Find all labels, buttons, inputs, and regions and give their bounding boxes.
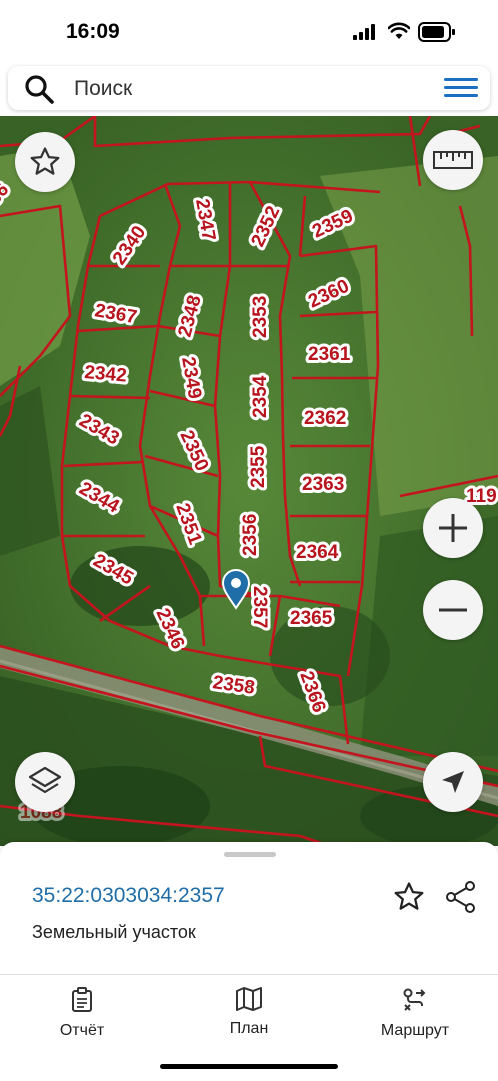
star-icon bbox=[30, 147, 60, 175]
plus-icon bbox=[439, 514, 467, 542]
minus-icon bbox=[439, 608, 467, 612]
cellular-signal-icon bbox=[353, 24, 375, 40]
zoom-out-button[interactable] bbox=[423, 580, 483, 640]
nav-route[interactable]: Маршрут bbox=[355, 987, 475, 1040]
navigation-icon bbox=[442, 771, 464, 793]
nav-plan[interactable]: План bbox=[189, 987, 309, 1038]
search-icon bbox=[25, 75, 54, 104]
status-time: 16:09 bbox=[66, 20, 120, 43]
home-indicator bbox=[160, 1064, 338, 1069]
ruler-icon bbox=[433, 151, 473, 169]
my-location-button[interactable] bbox=[423, 752, 483, 812]
search-bar[interactable]: Поиск bbox=[8, 66, 490, 110]
plot-label[interactable]: 2342 bbox=[81, 359, 131, 390]
plot-label[interactable]: 2362 bbox=[301, 405, 349, 432]
plot-label[interactable]: 2353 bbox=[247, 293, 274, 341]
layers-icon bbox=[28, 766, 62, 794]
layers-button[interactable] bbox=[15, 752, 75, 812]
plot-label[interactable]: 2357 bbox=[246, 583, 273, 631]
map-icon bbox=[236, 987, 262, 1011]
route-icon bbox=[403, 988, 426, 1011]
nav-route-label: Маршрут bbox=[380, 1022, 450, 1039]
plot-label[interactable]: 2363 bbox=[299, 471, 347, 498]
wifi-icon bbox=[388, 22, 410, 39]
nav-plan-label: План bbox=[229, 1020, 269, 1037]
ruler-button[interactable] bbox=[423, 130, 483, 190]
object-info-sheet[interactable]: 35:22:0303034:2357 Земельный участок bbox=[0, 842, 498, 974]
plot-label[interactable]: 2354 bbox=[247, 372, 274, 421]
map-view[interactable]: 2340 2347 2352 2359 2367 2348 2353 2360 … bbox=[0, 116, 498, 846]
nav-report[interactable]: Отчёт bbox=[22, 987, 142, 1040]
star-icon[interactable] bbox=[392, 880, 426, 914]
plot-label[interactable]: 2356 bbox=[237, 511, 264, 559]
plot-label[interactable]: 2355 bbox=[245, 442, 272, 491]
object-type: Земельный участок bbox=[32, 922, 196, 942]
menu-icon[interactable] bbox=[440, 76, 480, 100]
search-input[interactable]: Поиск bbox=[74, 77, 132, 101]
status-bar: 16:09 bbox=[0, 0, 498, 62]
sheet-handle[interactable] bbox=[224, 852, 276, 857]
share-icon[interactable] bbox=[444, 880, 478, 914]
zoom-in-button[interactable] bbox=[423, 498, 483, 558]
clipboard-icon bbox=[72, 987, 92, 1012]
plot-label[interactable]: 2361 bbox=[305, 341, 354, 368]
map-canvas[interactable]: 2340 2347 2352 2359 2367 2348 2353 2360 … bbox=[0, 116, 498, 846]
plot-label[interactable]: 2364 bbox=[293, 539, 342, 566]
favorite-button[interactable] bbox=[15, 132, 75, 192]
cadastral-number[interactable]: 35:22:0303034:2357 bbox=[32, 884, 225, 908]
plot-label[interactable]: 2365 bbox=[287, 605, 336, 632]
battery-icon bbox=[418, 22, 455, 42]
nav-report-label: Отчёт bbox=[59, 1022, 105, 1039]
